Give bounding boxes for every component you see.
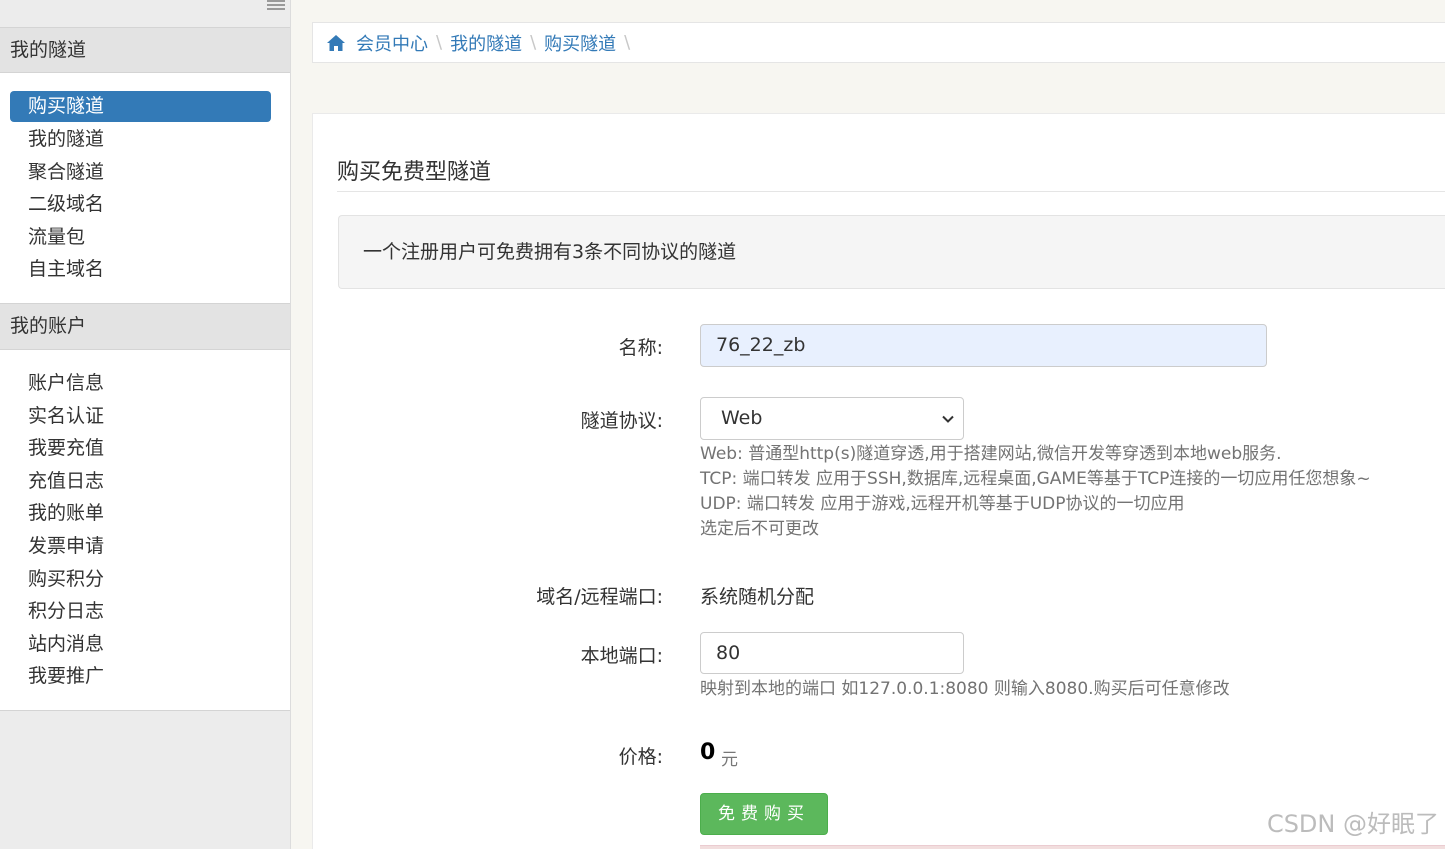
- sidebar-item-promote[interactable]: 我要推广: [10, 660, 271, 693]
- sidebar-section-title-tunnels[interactable]: 我的隧道: [0, 27, 290, 73]
- sidebar-item-recharge-log[interactable]: 充值日志: [10, 465, 271, 498]
- free-tunnel-notice: 一个注册用户可免费拥有3条不同协议的隧道: [338, 215, 1445, 289]
- page-title: 购买免费型隧道: [337, 160, 492, 185]
- sidebar-item-points-log[interactable]: 积分日志: [10, 595, 271, 628]
- sidebar-item-buy-tunnel[interactable]: 购买隧道: [10, 91, 271, 122]
- protocol-help-tcp: TCP: 端口转发 应用于SSH,数据库,远程桌面,GAME等基于TCP连接的一…: [700, 469, 1371, 489]
- home-icon[interactable]: [326, 33, 346, 53]
- sidebar-item-account-info[interactable]: 账户信息: [10, 367, 271, 400]
- local-port-input[interactable]: 80: [700, 632, 964, 674]
- breadcrumb-buy-tunnel[interactable]: 购买隧道: [544, 30, 616, 56]
- name-label: 名称:: [618, 337, 663, 359]
- local-port-help: 映射到本地的端口 如127.0.0.1:8080 则输入8080.购买后可任意修…: [700, 679, 1230, 699]
- breadcrumb-separator: \: [530, 32, 537, 53]
- protocol-help-udp: UDP: 端口转发 应用于游戏,远程开机等基于UDP协议的一切应用: [700, 494, 1185, 514]
- watermark: CSDN @好眠了: [1266, 810, 1439, 838]
- sidebar-item-custom-domain[interactable]: 自主域名: [10, 253, 271, 286]
- sidebar-tunnel-menu: 购买隧道 我的隧道 聚合隧道 二级域名 流量包 自主域名: [0, 73, 290, 303]
- local-port-label: 本地端口:: [580, 645, 663, 667]
- domain-label: 域名/远程端口:: [536, 586, 663, 608]
- breadcrumb-my-tunnels[interactable]: 我的隧道: [450, 30, 522, 56]
- breadcrumb-separator: \: [436, 32, 443, 53]
- free-buy-button[interactable]: 免费购买: [700, 793, 828, 835]
- sidebar-item-invoice[interactable]: 发票申请: [10, 530, 271, 563]
- protocol-help-web: Web: 普通型http(s)隧道穿透,用于搭建网站,微信开发等穿透到本地web…: [700, 444, 1282, 464]
- sidebar-item-real-name[interactable]: 实名认证: [10, 400, 271, 433]
- sidebar-item-subdomains[interactable]: 二级域名: [10, 188, 271, 221]
- breadcrumb-member-center[interactable]: 会员中心: [356, 30, 428, 56]
- protocol-help-immutable: 选定后不可更改: [700, 519, 819, 539]
- sidebar-item-traffic-package[interactable]: 流量包: [10, 221, 271, 254]
- sidebar-item-my-bills[interactable]: 我的账单: [10, 497, 271, 530]
- main-panel: 购买免费型隧道 一个注册用户可免费拥有3条不同协议的隧道 名称: 76_22_z…: [312, 113, 1445, 849]
- sidebar-item-my-tunnels[interactable]: 我的隧道: [10, 123, 271, 156]
- chevron-down-icon: [942, 415, 954, 423]
- sidebar-collapse-icon[interactable]: [267, 0, 285, 11]
- protocol-selected-value: Web: [721, 407, 763, 429]
- sidebar-account-menu: 账户信息 实名认证 我要充值 充值日志 我的账单 发票申请 购买积分 积分日志 …: [0, 350, 290, 711]
- price-value: 0: [700, 740, 716, 765]
- sidebar: 我的隧道 购买隧道 我的隧道 聚合隧道 二级域名 流量包 自主域名 我的账户 账…: [0, 0, 291, 849]
- price-label: 价格:: [618, 746, 663, 768]
- protocol-label: 隧道协议:: [580, 410, 663, 432]
- protocol-select[interactable]: Web: [700, 397, 964, 440]
- sidebar-item-buy-points[interactable]: 购买积分: [10, 563, 271, 596]
- breadcrumb: 会员中心 \ 我的隧道 \ 购买隧道 \: [312, 22, 1445, 63]
- price-unit: 元: [721, 750, 738, 770]
- breadcrumb-separator: \: [624, 32, 631, 53]
- tunnel-name-input[interactable]: 76_22_zb: [700, 324, 1267, 367]
- alert-box: [700, 845, 1445, 849]
- title-divider: [337, 191, 1445, 192]
- sidebar-item-aggregate-tunnels[interactable]: 聚合隧道: [10, 156, 271, 189]
- sidebar-item-recharge[interactable]: 我要充值: [10, 432, 271, 465]
- sidebar-section-title-account[interactable]: 我的账户: [0, 303, 290, 350]
- domain-value: 系统随机分配: [700, 586, 815, 608]
- sidebar-item-messages[interactable]: 站内消息: [10, 628, 271, 661]
